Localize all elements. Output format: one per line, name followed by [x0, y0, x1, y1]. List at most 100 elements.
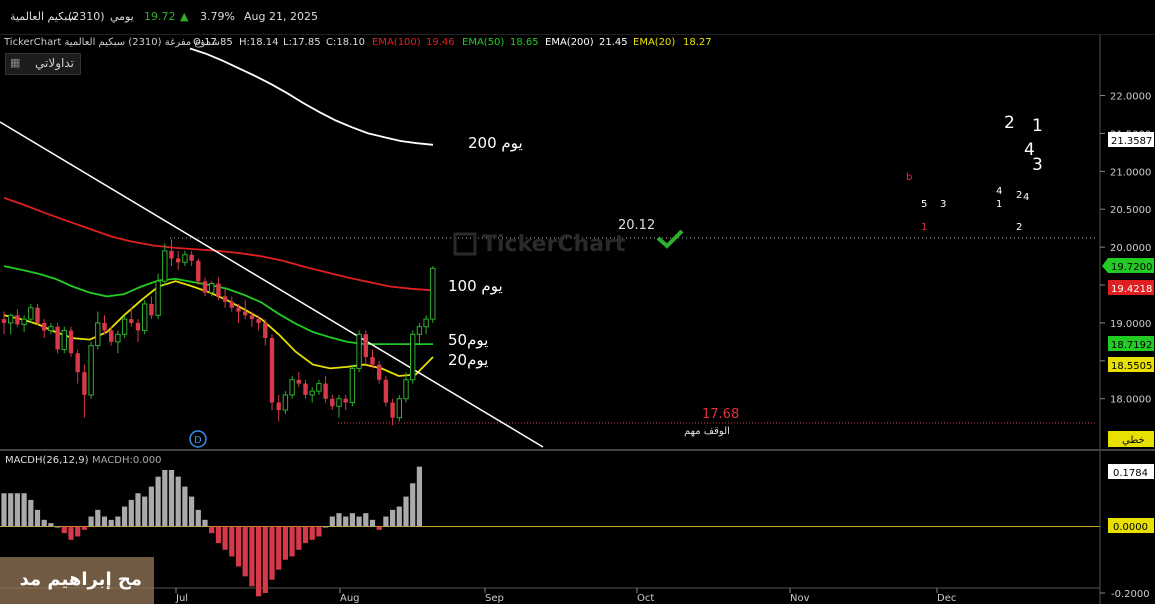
- candle-body: [149, 303, 154, 316]
- trendline-badge-label: خطي: [1122, 435, 1145, 446]
- candle-body: [162, 250, 168, 282]
- candle-body: [222, 296, 228, 302]
- x-tick-label: Sep: [485, 593, 504, 604]
- candle-body: [243, 311, 248, 316]
- wave-label: 5: [921, 199, 927, 210]
- macd-bar: [262, 526, 268, 593]
- y-tick-label: 20.0000: [1110, 243, 1151, 254]
- macd-bar: [115, 516, 121, 527]
- candle-body: [289, 379, 295, 396]
- macd-bar: [256, 526, 262, 597]
- macd-bar: [302, 526, 309, 544]
- candle-body: [196, 260, 201, 282]
- macd-last-label: 0.1784: [1113, 468, 1148, 479]
- ema200-line: [189, 47, 434, 146]
- candle-body: [1, 319, 7, 323]
- candle-body: [28, 307, 34, 320]
- macd-bar: [108, 519, 114, 527]
- candle-body: [82, 372, 87, 395]
- wave-label: 1: [921, 222, 927, 233]
- macd-bar: [182, 486, 188, 527]
- macd-bar: [296, 526, 302, 550]
- candle-body: [75, 353, 80, 373]
- candle-body: [396, 398, 403, 419]
- macd-bar: [195, 509, 201, 527]
- candle-body: [363, 334, 368, 358]
- candle-body: [129, 319, 134, 323]
- macd-bar: [329, 516, 335, 527]
- macd-bar: [410, 483, 416, 527]
- macd-bar: [202, 519, 208, 527]
- macd-bar: [363, 513, 369, 527]
- x-tick-label: Nov: [790, 593, 810, 604]
- macd-label: MACDH(26,12,9): [5, 455, 89, 466]
- macd-bar: [81, 526, 87, 530]
- tickerchart-watermark-icon: [453, 232, 477, 256]
- annotation-text: 100 يوم: [448, 277, 503, 295]
- candle-body: [55, 326, 60, 350]
- macd-bar: [235, 526, 242, 567]
- wave-label: 2: [1004, 113, 1015, 133]
- candle-body: [42, 322, 47, 331]
- macd-bar: [1, 493, 7, 527]
- candle-body: [48, 326, 54, 331]
- x-tick-label: Oct: [637, 593, 654, 604]
- candle-body: [316, 383, 322, 392]
- macd-bar: [28, 499, 34, 527]
- candle-body: [35, 307, 40, 323]
- macd-bar: [55, 526, 61, 528]
- candle-body: [109, 330, 114, 342]
- macd-bar: [148, 486, 154, 527]
- wave-label: b: [906, 172, 912, 183]
- macd-zero-label: 0.0000: [1113, 522, 1148, 533]
- macd-bar: [168, 469, 175, 527]
- macd-bar: [122, 506, 128, 527]
- wave-label: 3: [940, 199, 946, 210]
- macd-bar: [8, 493, 14, 527]
- candle-body: [430, 267, 436, 320]
- macd-bar: [128, 499, 134, 527]
- macd-bar: [209, 526, 215, 534]
- candle-body: [8, 314, 14, 324]
- price-chart[interactable]: TickerChart MACDH(26,12,9) MACDH:0.000 0.1…: [0, 0, 1155, 604]
- grid-icon: ▦: [10, 56, 21, 69]
- candle-body: [249, 315, 255, 320]
- author-watermark: مح إبراهيم مد: [0, 557, 154, 604]
- candle-body: [209, 282, 215, 294]
- annotation-text: 20يوم: [448, 351, 488, 369]
- candle-body: [61, 329, 67, 350]
- candle-body: [115, 333, 121, 343]
- y-tick-label: 19.0000: [1110, 319, 1151, 330]
- wave-label: 1: [1032, 116, 1043, 136]
- macd-bar: [376, 526, 382, 530]
- macd-bar: [215, 526, 221, 544]
- candle-body: [21, 318, 27, 325]
- candle-body: [303, 383, 308, 395]
- candle-body: [336, 398, 342, 407]
- macd-bar: [61, 526, 67, 534]
- candle-body: [182, 254, 188, 263]
- macd-bar: [249, 526, 255, 587]
- annotation-text: 20.12: [618, 218, 655, 233]
- annotation-text: 200 يوم: [468, 134, 523, 152]
- candle-body: [296, 379, 301, 384]
- candle-body: [135, 322, 141, 331]
- tadawulati-button[interactable]: ▦ تداولاتي: [5, 53, 81, 75]
- wave-label: 4: [996, 186, 1002, 197]
- candle-body: [216, 283, 221, 297]
- macd-bar: [135, 493, 141, 527]
- candle-body: [169, 250, 174, 259]
- macd-bar: [189, 496, 195, 527]
- candle-body: [189, 254, 194, 261]
- macd-value: MACDH:0.000: [92, 455, 162, 466]
- annotation-text: 50يوم: [448, 331, 488, 349]
- y-tick-label: 20.5000: [1110, 205, 1151, 216]
- price-badge-pointer: [1102, 258, 1108, 273]
- macd-bar: [222, 526, 228, 550]
- candle-body: [263, 322, 268, 339]
- macd-bar: [323, 526, 329, 528]
- candle-body: [88, 345, 94, 396]
- candle-body: [330, 398, 335, 407]
- candle-body: [269, 338, 275, 403]
- wave-label: 3: [1032, 155, 1043, 175]
